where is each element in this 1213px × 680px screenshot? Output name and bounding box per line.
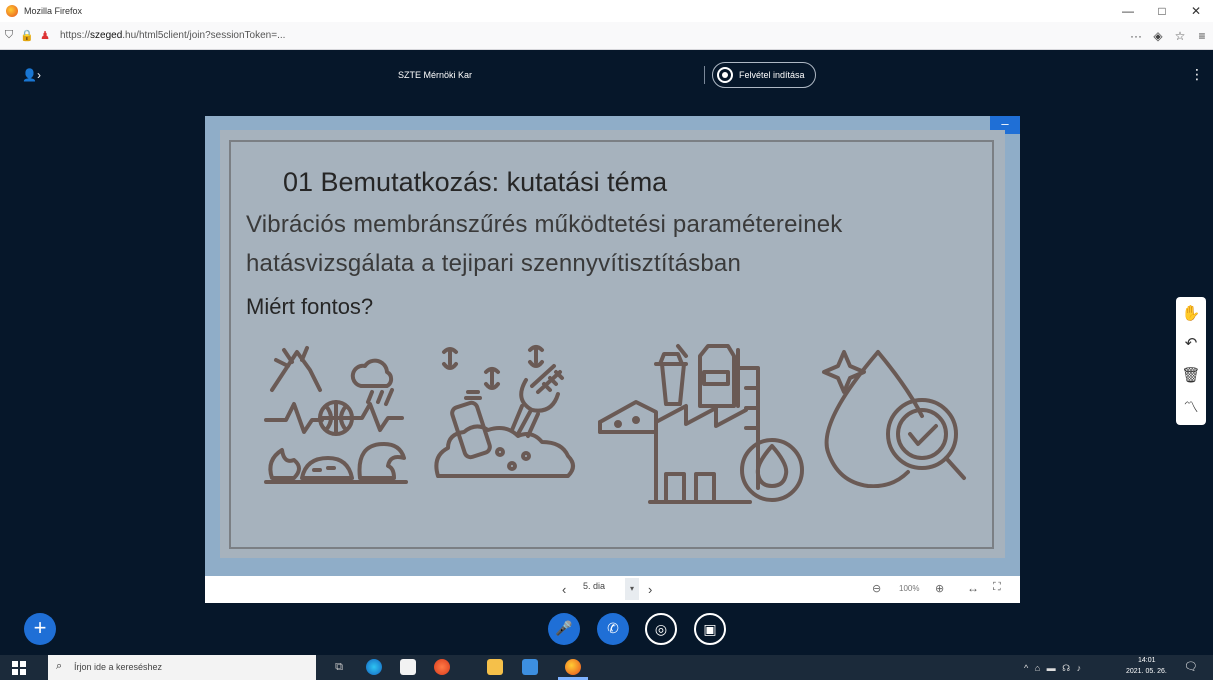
meeting-header: 👤› SZTE Mérnöki Kar Felvétel indítása ⋮ (0, 50, 1213, 102)
system-tray-icons[interactable]: ^ ⌂ ▬ ☊ ♪ (1024, 663, 1083, 674)
whiteboard-toolbar: ✋ ↶ 🗑 〽 (1176, 297, 1206, 425)
window-maximize-button[interactable]: □ (1145, 4, 1179, 18)
header-divider (704, 66, 705, 84)
start-recording-button[interactable]: Felvétel indítása (712, 62, 816, 88)
browser-titlebar: Mozilla Firefox — □ ✕ (0, 0, 1213, 22)
search-icon: ⌕ (56, 660, 63, 672)
zoom-out-icon[interactable]: ⊖ (872, 582, 881, 595)
clock-time[interactable]: 14:01 (1138, 657, 1156, 664)
undo-icon[interactable]: ↶ (1176, 329, 1206, 359)
task-view-icon[interactable]: ⧉ (331, 659, 347, 675)
taskbar-search-placeholder: Írjon ide a kereséshez (74, 662, 163, 672)
permission-icon[interactable]: ♟ (36, 29, 54, 42)
presentation-toolbar: ‹ 5. dia ▾ › ⊖ 100% ⊕ ↔ ⛶ (205, 576, 1020, 603)
trash-icon[interactable]: 🗑 (1176, 361, 1206, 391)
clock-date[interactable]: 2021. 05. 26. (1126, 668, 1167, 675)
firefox-icon (6, 5, 18, 17)
next-slide-button[interactable]: › (648, 582, 652, 597)
actions-plus-button[interactable]: + (24, 613, 56, 645)
slide-select[interactable]: 5. dia (583, 581, 605, 591)
window-close-button[interactable]: ✕ (1179, 4, 1213, 18)
waste-pollution-icon (434, 345, 575, 478)
hand-tool-icon[interactable]: ✋ (1176, 299, 1206, 329)
firefox-taskbar-icon[interactable] (565, 659, 581, 675)
window-title: Mozilla Firefox (24, 6, 83, 16)
fit-to-width-icon[interactable]: ↔ (967, 581, 979, 595)
bookmark-star-icon[interactable]: ☆ (1169, 29, 1191, 43)
share-screen-button[interactable]: ▣ (694, 613, 726, 645)
notification-center-icon[interactable]: 🗨 (1184, 660, 1198, 673)
slide-question: Miért fontos? (246, 294, 374, 319)
slide-title: 01 Bemutatkozás: kutatási téma (283, 167, 668, 197)
window-minimize-button[interactable]: — (1111, 4, 1145, 18)
zoom-in-icon[interactable]: ⊕ (935, 582, 944, 595)
microphone-button[interactable]: 🎤 (548, 613, 580, 645)
pocket-icon[interactable]: ◈ (1147, 29, 1169, 43)
edge-icon[interactable] (366, 659, 382, 675)
meeting-title: SZTE Mérnöki Kar (398, 70, 473, 80)
taskbar-search-box[interactable]: ⌕ Írjon ide a kereséshez (48, 655, 316, 680)
options-kebab-icon[interactable]: ⋮ (1190, 66, 1204, 83)
hamburger-menu-icon[interactable]: ≡ (1191, 29, 1213, 43)
climate-disaster-icon (264, 346, 408, 484)
file-explorer-icon[interactable] (487, 659, 503, 675)
dairy-factory-icon (598, 344, 804, 504)
leave-audio-button[interactable]: ✆ (597, 613, 629, 645)
tracking-shield-icon[interactable]: ⛉ (0, 29, 18, 42)
record-icon (717, 67, 733, 83)
slide-subtitle-line-1: Vibrációs membránszűrés működtetési para… (246, 211, 843, 238)
share-webcam-button[interactable]: ◎ (645, 613, 677, 645)
windows-start-icon[interactable] (12, 661, 26, 675)
zoom-level[interactable]: 100% (899, 584, 919, 593)
users-list-toggle-icon[interactable]: 👤› (22, 68, 41, 82)
recording-label: Felvétel indítása (739, 70, 805, 80)
browser-urlbar: ⛉ 🔒 ♟ https://szeged.hu/html5client/join… (0, 22, 1213, 50)
fullscreen-icon[interactable]: ⛶ (993, 581, 1001, 594)
page-actions-button[interactable]: ··· (1125, 29, 1147, 43)
chevron-down-icon[interactable]: ▾ (625, 578, 639, 600)
store-icon[interactable] (400, 659, 416, 675)
windows-taskbar: ⌕ Írjon ide a kereséshez ⧉ ^ ⌂ ▬ ☊ ♪ 14:… (0, 655, 1213, 680)
lock-icon[interactable]: 🔒 (18, 29, 36, 42)
previous-slide-button[interactable]: ‹ (562, 582, 566, 597)
powerpoint-icon[interactable] (434, 659, 450, 675)
multi-user-whiteboard-icon[interactable]: 〽 (1176, 393, 1206, 423)
water-quality-check-icon (822, 350, 966, 488)
slide-subtitle-line-2: hatásvizsgálata a tejipari szennyvítiszt… (246, 250, 741, 277)
url-field[interactable]: https://szeged.hu/html5client/join?sessi… (54, 30, 1125, 41)
mail-icon[interactable] (522, 659, 538, 675)
